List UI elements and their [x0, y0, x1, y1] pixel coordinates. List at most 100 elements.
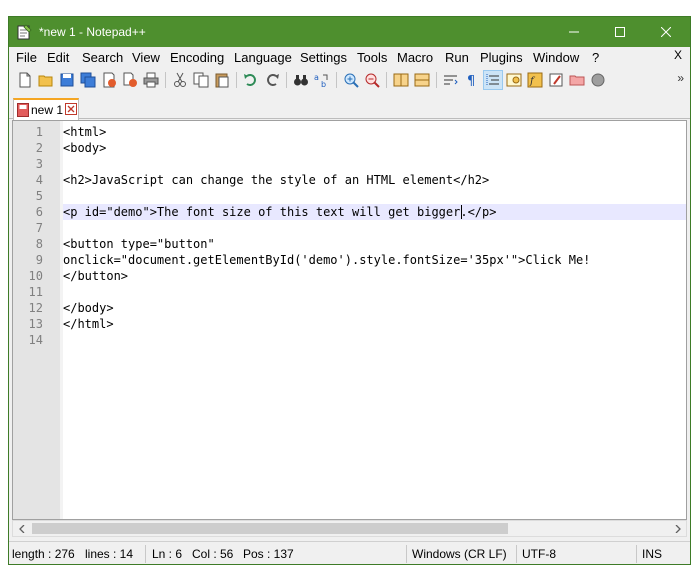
- toolbar-separator: [165, 72, 166, 88]
- code-line[interactable]: 1 <html>: [13, 124, 686, 140]
- status-insert-mode[interactable]: INS: [642, 547, 662, 561]
- scroll-right-button[interactable]: [669, 521, 686, 536]
- save-button[interactable]: [57, 70, 77, 90]
- sync-horizontal-icon: [414, 73, 430, 87]
- word-wrap-button[interactable]: [441, 70, 461, 90]
- sync-horizontal-button[interactable]: [412, 70, 432, 90]
- menu-edit[interactable]: Edit: [47, 50, 69, 65]
- menu-window[interactable]: Window: [533, 50, 579, 65]
- menu-plugins[interactable]: Plugins: [480, 50, 523, 65]
- scrollbar-thumb[interactable]: [32, 523, 508, 534]
- zoom-in-button[interactable]: [341, 70, 361, 90]
- status-lines: lines : 14: [85, 547, 134, 561]
- code-line[interactable]: 12 </body>: [13, 300, 686, 316]
- record-macro-button[interactable]: [588, 70, 608, 90]
- menu-search[interactable]: Search: [82, 50, 123, 65]
- binoculars-icon: [294, 75, 308, 86]
- status-encoding[interactable]: UTF-8: [522, 547, 556, 561]
- sync-vertical-button[interactable]: [391, 70, 411, 90]
- line-number: 12: [28, 301, 43, 315]
- new-file-button[interactable]: [15, 70, 35, 90]
- menu-settings[interactable]: Settings: [300, 50, 347, 65]
- code-line[interactable]: 3: [13, 156, 686, 172]
- svg-text:¶: ¶: [467, 74, 475, 88]
- menu-run[interactable]: Run: [445, 50, 469, 65]
- code-editor[interactable]: 1 <html> 2 <body> 3 4 <h2>JavaScript can chang…: [12, 120, 687, 520]
- menu-help[interactable]: ?: [592, 50, 599, 65]
- code-line[interactable]: 11: [13, 284, 686, 300]
- code-line[interactable]: 6 <p id="demo">The font size of this text…: [13, 204, 686, 220]
- code-line[interactable]: 4 <h2>JavaScript can change the style of …: [13, 172, 686, 188]
- scroll-right-arrow-icon: [675, 524, 681, 533]
- code-line[interactable]: 2 <body>: [13, 140, 686, 156]
- close-window-button[interactable]: [643, 17, 689, 47]
- close-icon: [661, 27, 671, 37]
- monitoring-button[interactable]: [567, 70, 587, 90]
- notepadpp-window: *new 1 - Notepad++ File Edit Search View…: [8, 16, 691, 565]
- save-all-button[interactable]: [78, 70, 98, 90]
- minimize-button[interactable]: [551, 17, 597, 47]
- code-text: <html>: [63, 125, 107, 139]
- zoom-in-icon: [344, 73, 359, 88]
- copy-button[interactable]: [191, 70, 211, 90]
- open-file-button[interactable]: [36, 70, 56, 90]
- menu-file[interactable]: File: [16, 50, 37, 65]
- title-bar[interactable]: *new 1 - Notepad++: [9, 17, 690, 47]
- line-number: 5: [35, 189, 43, 203]
- code-line[interactable]: 13 </html>: [13, 316, 686, 332]
- folder-workspace-button[interactable]: [546, 70, 566, 90]
- code-line[interactable]: 5: [13, 188, 686, 204]
- line-number: 9: [35, 253, 43, 267]
- print-button[interactable]: [141, 70, 161, 90]
- toolbar-separator: [386, 72, 387, 88]
- find-button[interactable]: [291, 70, 311, 90]
- window-title: *new 1 - Notepad++: [39, 25, 146, 39]
- replace-button[interactable]: ab: [312, 70, 332, 90]
- redo-button[interactable]: [262, 70, 282, 90]
- menu-view[interactable]: View: [132, 50, 160, 65]
- show-all-characters-button[interactable]: ¶: [462, 70, 482, 90]
- code-line[interactable]: 8 <button type="button": [13, 236, 686, 252]
- close-document-x[interactable]: X: [674, 48, 682, 62]
- paste-icon: [215, 73, 229, 88]
- tab-new-1[interactable]: new 1: [13, 98, 79, 120]
- minimize-icon: [569, 31, 579, 33]
- toolbar-overflow-chevron[interactable]: »: [677, 71, 684, 85]
- status-bar: length : 276 lines : 14 Ln : 6 Col : 56 …: [9, 541, 690, 564]
- code-line[interactable]: 7: [13, 220, 686, 236]
- line-number: 7: [35, 221, 43, 235]
- document-map-button[interactable]: [504, 70, 524, 90]
- toolbar-separator: [286, 72, 287, 88]
- menu-tools[interactable]: Tools: [357, 50, 387, 65]
- line-number: 1: [35, 125, 43, 139]
- unsaved-file-icon: [17, 103, 29, 117]
- close-file-button[interactable]: [99, 70, 119, 90]
- line-number: 14: [28, 333, 43, 347]
- code-line[interactable]: 9 onclick="document.getElementById('demo'…: [13, 252, 686, 268]
- indent-guide-button[interactable]: [483, 70, 503, 90]
- notepadpp-app-icon: [17, 24, 32, 40]
- code-text: <p id="demo">The font size of this text …: [63, 205, 497, 219]
- undo-button[interactable]: [241, 70, 261, 90]
- zoom-out-button[interactable]: [362, 70, 382, 90]
- svg-text:b: b: [321, 80, 326, 88]
- cut-button[interactable]: [170, 70, 190, 90]
- scroll-left-button[interactable]: [13, 521, 30, 536]
- paste-button[interactable]: [212, 70, 232, 90]
- code-line[interactable]: 14: [13, 332, 686, 348]
- status-eol[interactable]: Windows (CR LF): [412, 547, 507, 561]
- menu-encoding[interactable]: Encoding: [170, 50, 224, 65]
- horizontal-scrollbar[interactable]: [12, 520, 687, 537]
- code-line[interactable]: 10 </button>: [13, 268, 686, 284]
- new-file-icon: [19, 72, 31, 88]
- maximize-button[interactable]: [597, 17, 643, 47]
- close-all-button[interactable]: [120, 70, 140, 90]
- menu-macro[interactable]: Macro: [397, 50, 433, 65]
- tab-close-icon[interactable]: [65, 103, 77, 115]
- menu-language[interactable]: Language: [234, 50, 292, 65]
- menu-bar: File Edit Search View Encoding Language …: [9, 47, 690, 67]
- status-divider: [636, 545, 637, 563]
- function-list-button[interactable]: f: [525, 70, 545, 90]
- open-folder-icon: [38, 75, 53, 87]
- code-text: </html>: [63, 317, 114, 331]
